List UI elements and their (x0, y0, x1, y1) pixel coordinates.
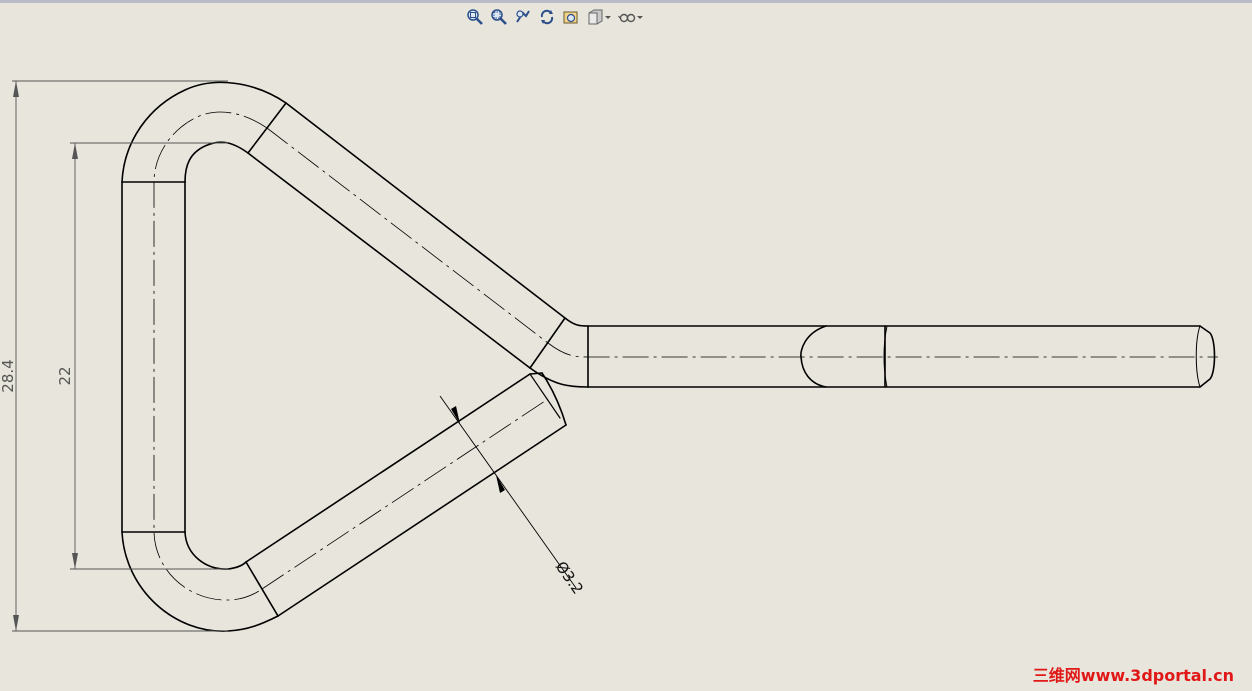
shaft-bend-bottom (529, 367, 589, 388)
dimension-inner-height (70, 142, 228, 570)
overall-height-label[interactable]: 28.4 (0, 359, 17, 392)
dimension-overall-height (12, 80, 228, 632)
wire-centerline-loop (153, 111, 268, 601)
drawing-canvas: 28.4 22 Ø3.2 (0, 80, 1218, 632)
top-bend-outer (121, 81, 287, 183)
shaft-end-inner (1195, 325, 1201, 388)
arrowhead-diameter-lower (496, 475, 505, 493)
arrowhead-top (13, 81, 19, 97)
bottom-bend-inner (184, 531, 247, 570)
lower-leg-end-face (541, 372, 567, 426)
watermark-text: 三维网www.3dportal.cn (1032, 666, 1234, 685)
arrowhead-diameter-upper (451, 406, 460, 424)
dimension-wire-diameter (439, 395, 577, 589)
arrowhead-bottom (13, 615, 19, 631)
lower-leg-end-top (529, 372, 543, 375)
diameter-leader-line (439, 395, 577, 589)
upper-leg-outer (285, 102, 566, 319)
wire-diameter-label[interactable]: Ø3.2 (552, 558, 587, 598)
shaft-end-chamfer (1199, 325, 1216, 388)
top-bend-inner (184, 141, 249, 183)
shaft-centerline (547, 342, 1218, 358)
shaft-feature-curve (800, 325, 827, 388)
inner-height-label[interactable]: 22 (56, 366, 74, 385)
bottom-bend-outer (121, 531, 279, 632)
center-lines (153, 111, 1218, 601)
arrowhead-inner-top (72, 143, 78, 159)
lower-leg-inner (245, 373, 531, 563)
lower-leg-outer (277, 424, 567, 617)
shaft-bend-top (564, 317, 589, 327)
arrowhead-inner-bottom (72, 553, 78, 569)
upper-leg-centerline (266, 127, 549, 344)
lower-leg-centerline (261, 398, 549, 590)
upper-leg-inner (247, 152, 531, 369)
